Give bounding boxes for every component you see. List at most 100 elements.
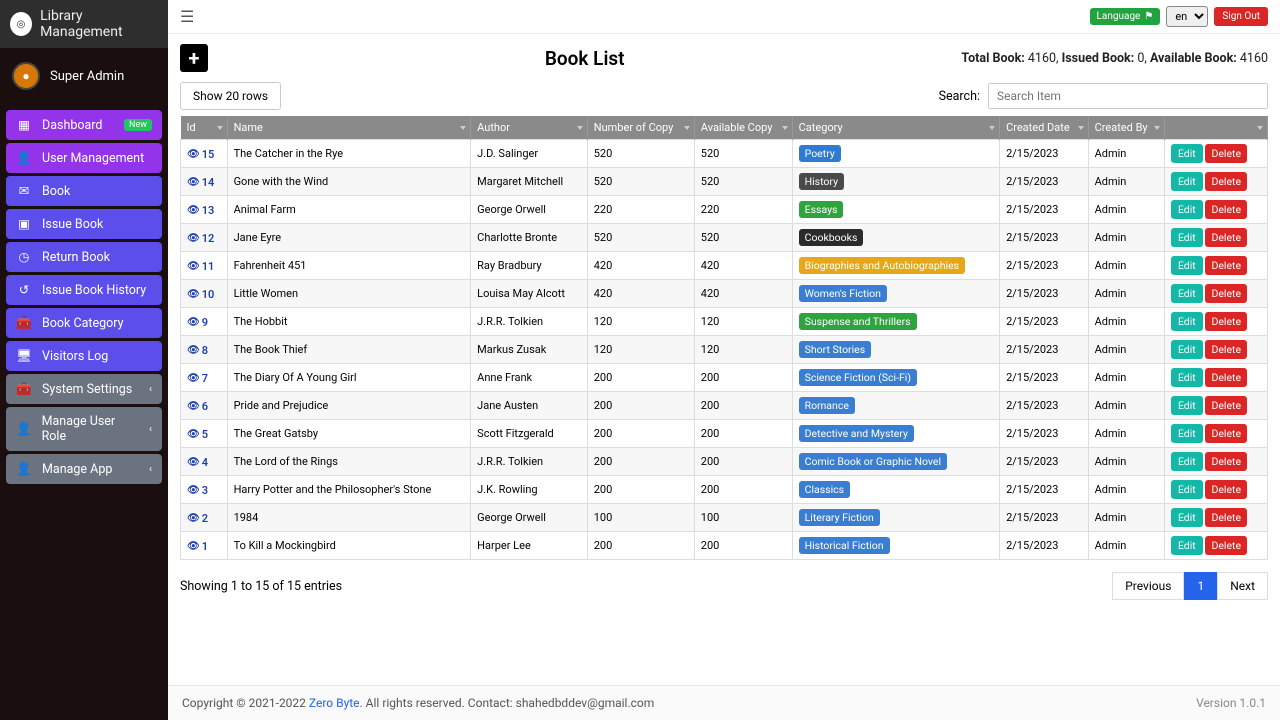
delete-button[interactable]: Delete [1205, 312, 1247, 331]
table-row: 👁10Little WomenLouisa May Alcott420420Wo… [181, 280, 1268, 308]
row-author: J.R.R. Tolkien [471, 308, 588, 336]
nav-item-issue-book-history[interactable]: ↺Issue Book History [6, 275, 162, 305]
content: + Book List Total Book: 4160, Issued Boo… [168, 34, 1280, 685]
edit-button[interactable]: Edit [1171, 452, 1203, 471]
row-id-link[interactable]: 👁13 [187, 204, 214, 217]
avatar: ● [12, 62, 40, 90]
edit-button[interactable]: Edit [1171, 312, 1203, 331]
pager-page-1[interactable]: 1 [1184, 572, 1217, 600]
edit-button[interactable]: Edit [1171, 368, 1203, 387]
row-author: Markus Zusak [471, 336, 588, 364]
row-by: Admin [1088, 280, 1164, 308]
hamburger-icon[interactable]: ☰ [180, 7, 194, 26]
search-input[interactable] [988, 83, 1268, 109]
delete-button[interactable]: Delete [1205, 452, 1247, 471]
edit-button[interactable]: Edit [1171, 424, 1203, 443]
nav-item-manage-user-role[interactable]: 👤Manage User Role‹ [6, 407, 162, 451]
edit-button[interactable]: Edit [1171, 284, 1203, 303]
edit-button[interactable]: Edit [1171, 228, 1203, 247]
nav-item-return-book[interactable]: ◷Return Book [6, 242, 162, 272]
pager-prev[interactable]: Previous [1112, 572, 1184, 600]
row-id-link[interactable]: 👁15 [187, 148, 214, 161]
edit-button[interactable]: Edit [1171, 536, 1203, 555]
category-badge: Essays [799, 201, 844, 218]
delete-button[interactable]: Delete [1205, 480, 1247, 499]
category-badge: Romance [799, 397, 855, 414]
nav-item-issue-book[interactable]: ▣Issue Book [6, 209, 162, 239]
row-date: 2/15/2023 [1000, 364, 1089, 392]
row-copies: 220 [587, 196, 694, 224]
row-date: 2/15/2023 [1000, 532, 1089, 560]
row-id-link[interactable]: 👁12 [187, 232, 214, 245]
row-id-link[interactable]: 👁6 [187, 400, 208, 413]
language-select[interactable]: en [1166, 6, 1208, 27]
delete-button[interactable]: Delete [1205, 508, 1247, 527]
nav-item-user-management[interactable]: 👤 User Management [6, 143, 162, 173]
col-created-date[interactable]: Created Date [1000, 116, 1089, 140]
row-id-link[interactable]: 👁3 [187, 484, 208, 497]
col-id[interactable]: Id [181, 116, 228, 140]
book-table: IdNameAuthorNumber of CopyAvailable Copy… [180, 116, 1268, 560]
row-id-link[interactable]: 👁11 [187, 260, 214, 273]
row-id-link[interactable]: 👁8 [187, 344, 208, 357]
history-icon: ↺ [16, 282, 32, 298]
edit-button[interactable]: Edit [1171, 508, 1203, 527]
eye-icon: 👁 [187, 457, 200, 468]
row-id-link[interactable]: 👁5 [187, 428, 208, 441]
edit-button[interactable]: Edit [1171, 396, 1203, 415]
delete-button[interactable]: Delete [1205, 228, 1247, 247]
user-icon: 👤 [16, 461, 32, 477]
nav-item-system-settings[interactable]: 🧰System Settings‹ [6, 374, 162, 404]
brand-title: Library Management [40, 8, 158, 40]
delete-button[interactable]: Delete [1205, 368, 1247, 387]
edit-button[interactable]: Edit [1171, 144, 1203, 163]
delete-button[interactable]: Delete [1205, 340, 1247, 359]
col-available-copy[interactable]: Available Copy [694, 116, 792, 140]
delete-button[interactable]: Delete [1205, 256, 1247, 275]
delete-button[interactable]: Delete [1205, 200, 1247, 219]
col-category[interactable]: Category [792, 116, 999, 140]
col-number-of-copy[interactable]: Number of Copy [587, 116, 694, 140]
user-icon: 👤 [16, 150, 32, 166]
signout-button[interactable]: Sign Out [1214, 7, 1268, 26]
edit-button[interactable]: Edit [1171, 256, 1203, 275]
row-id-link[interactable]: 👁10 [187, 288, 214, 301]
nav-item-manage-app[interactable]: 👤Manage App‹ [6, 454, 162, 484]
row-id-link[interactable]: 👁4 [187, 456, 208, 469]
col-created-by[interactable]: Created By [1088, 116, 1164, 140]
col-author[interactable]: Author [471, 116, 588, 140]
table-row: 👁9The HobbitJ.R.R. Tolkien120120Suspense… [181, 308, 1268, 336]
delete-button[interactable]: Delete [1205, 144, 1247, 163]
row-id-link[interactable]: 👁2 [187, 512, 208, 525]
edit-button[interactable]: Edit [1171, 200, 1203, 219]
delete-button[interactable]: Delete [1205, 396, 1247, 415]
nav-item-book[interactable]: ✉Book [6, 176, 162, 206]
show-rows-button[interactable]: Show 20 rows [180, 82, 281, 110]
row-id-link[interactable]: 👁1 [187, 540, 208, 553]
delete-button[interactable]: Delete [1205, 172, 1247, 191]
edit-button[interactable]: Edit [1171, 480, 1203, 499]
row-id-link[interactable]: 👁14 [187, 176, 214, 189]
table-row: 👁6Pride and PrejudiceJane Austen200200Ro… [181, 392, 1268, 420]
delete-button[interactable]: Delete [1205, 424, 1247, 443]
add-button[interactable]: + [180, 44, 208, 72]
nav-item-visitors-log[interactable]: 🖥Visitors Log [6, 341, 162, 371]
row-copies: 200 [587, 448, 694, 476]
row-id-link[interactable]: 👁9 [187, 316, 208, 329]
eye-icon: 👁 [187, 345, 200, 356]
edit-button[interactable]: Edit [1171, 340, 1203, 359]
nav-label: User Management [42, 151, 144, 166]
edit-button[interactable]: Edit [1171, 172, 1203, 191]
delete-button[interactable]: Delete [1205, 536, 1247, 555]
chevron-left-icon: ‹ [149, 424, 152, 435]
search-label: Search: [939, 89, 980, 104]
nav-item-book-category[interactable]: 🧰Book Category [6, 308, 162, 338]
col-name[interactable]: Name [227, 116, 471, 140]
eye-icon: 👁 [187, 317, 200, 328]
grid-icon: ▦ [16, 117, 32, 133]
row-id-link[interactable]: 👁7 [187, 372, 208, 385]
nav-item-dashboard[interactable]: ▦DashboardNew [6, 110, 162, 140]
language-button[interactable]: Language ⚑ [1090, 8, 1161, 25]
delete-button[interactable]: Delete [1205, 284, 1247, 303]
pager-next[interactable]: Next [1217, 572, 1268, 600]
